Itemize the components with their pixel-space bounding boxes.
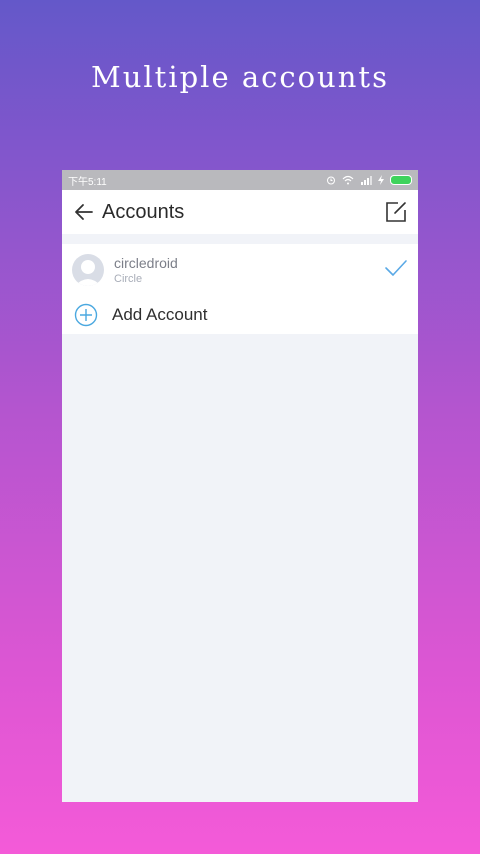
status-icons bbox=[326, 175, 412, 185]
edit-button[interactable] bbox=[384, 200, 408, 224]
status-bar: 下午5:11 bbox=[62, 170, 418, 190]
account-name: circledroid bbox=[114, 255, 178, 271]
arrow-left-icon bbox=[75, 204, 93, 220]
back-button[interactable] bbox=[70, 198, 98, 226]
add-account-button[interactable]: Add Account bbox=[62, 296, 418, 334]
add-account-label: Add Account bbox=[112, 305, 208, 324]
battery-icon bbox=[390, 175, 412, 185]
accounts-list: circledroid Circle Add Account bbox=[62, 244, 418, 334]
wifi-icon bbox=[342, 175, 354, 185]
alarm-icon bbox=[327, 176, 335, 185]
account-subtitle: Circle bbox=[114, 273, 143, 285]
signal-icon bbox=[361, 176, 372, 185]
account-text: circledroid Circle bbox=[114, 255, 178, 285]
page-title: Accounts bbox=[102, 200, 185, 223]
account-row[interactable]: circledroid Circle bbox=[62, 244, 418, 296]
promo-headline: Multiple accounts bbox=[91, 60, 389, 94]
charging-icon bbox=[378, 175, 384, 185]
avatar bbox=[72, 254, 104, 286]
phone-screen: 下午5:11 Accounts circledroid Circle Add A… bbox=[62, 170, 418, 802]
status-time: 下午5:11 bbox=[68, 176, 107, 188]
app-bar: Accounts bbox=[62, 190, 418, 234]
user-icon bbox=[75, 260, 101, 286]
edit-icon bbox=[386, 202, 406, 222]
add-circle-icon bbox=[74, 303, 98, 327]
check-icon bbox=[385, 260, 407, 276]
